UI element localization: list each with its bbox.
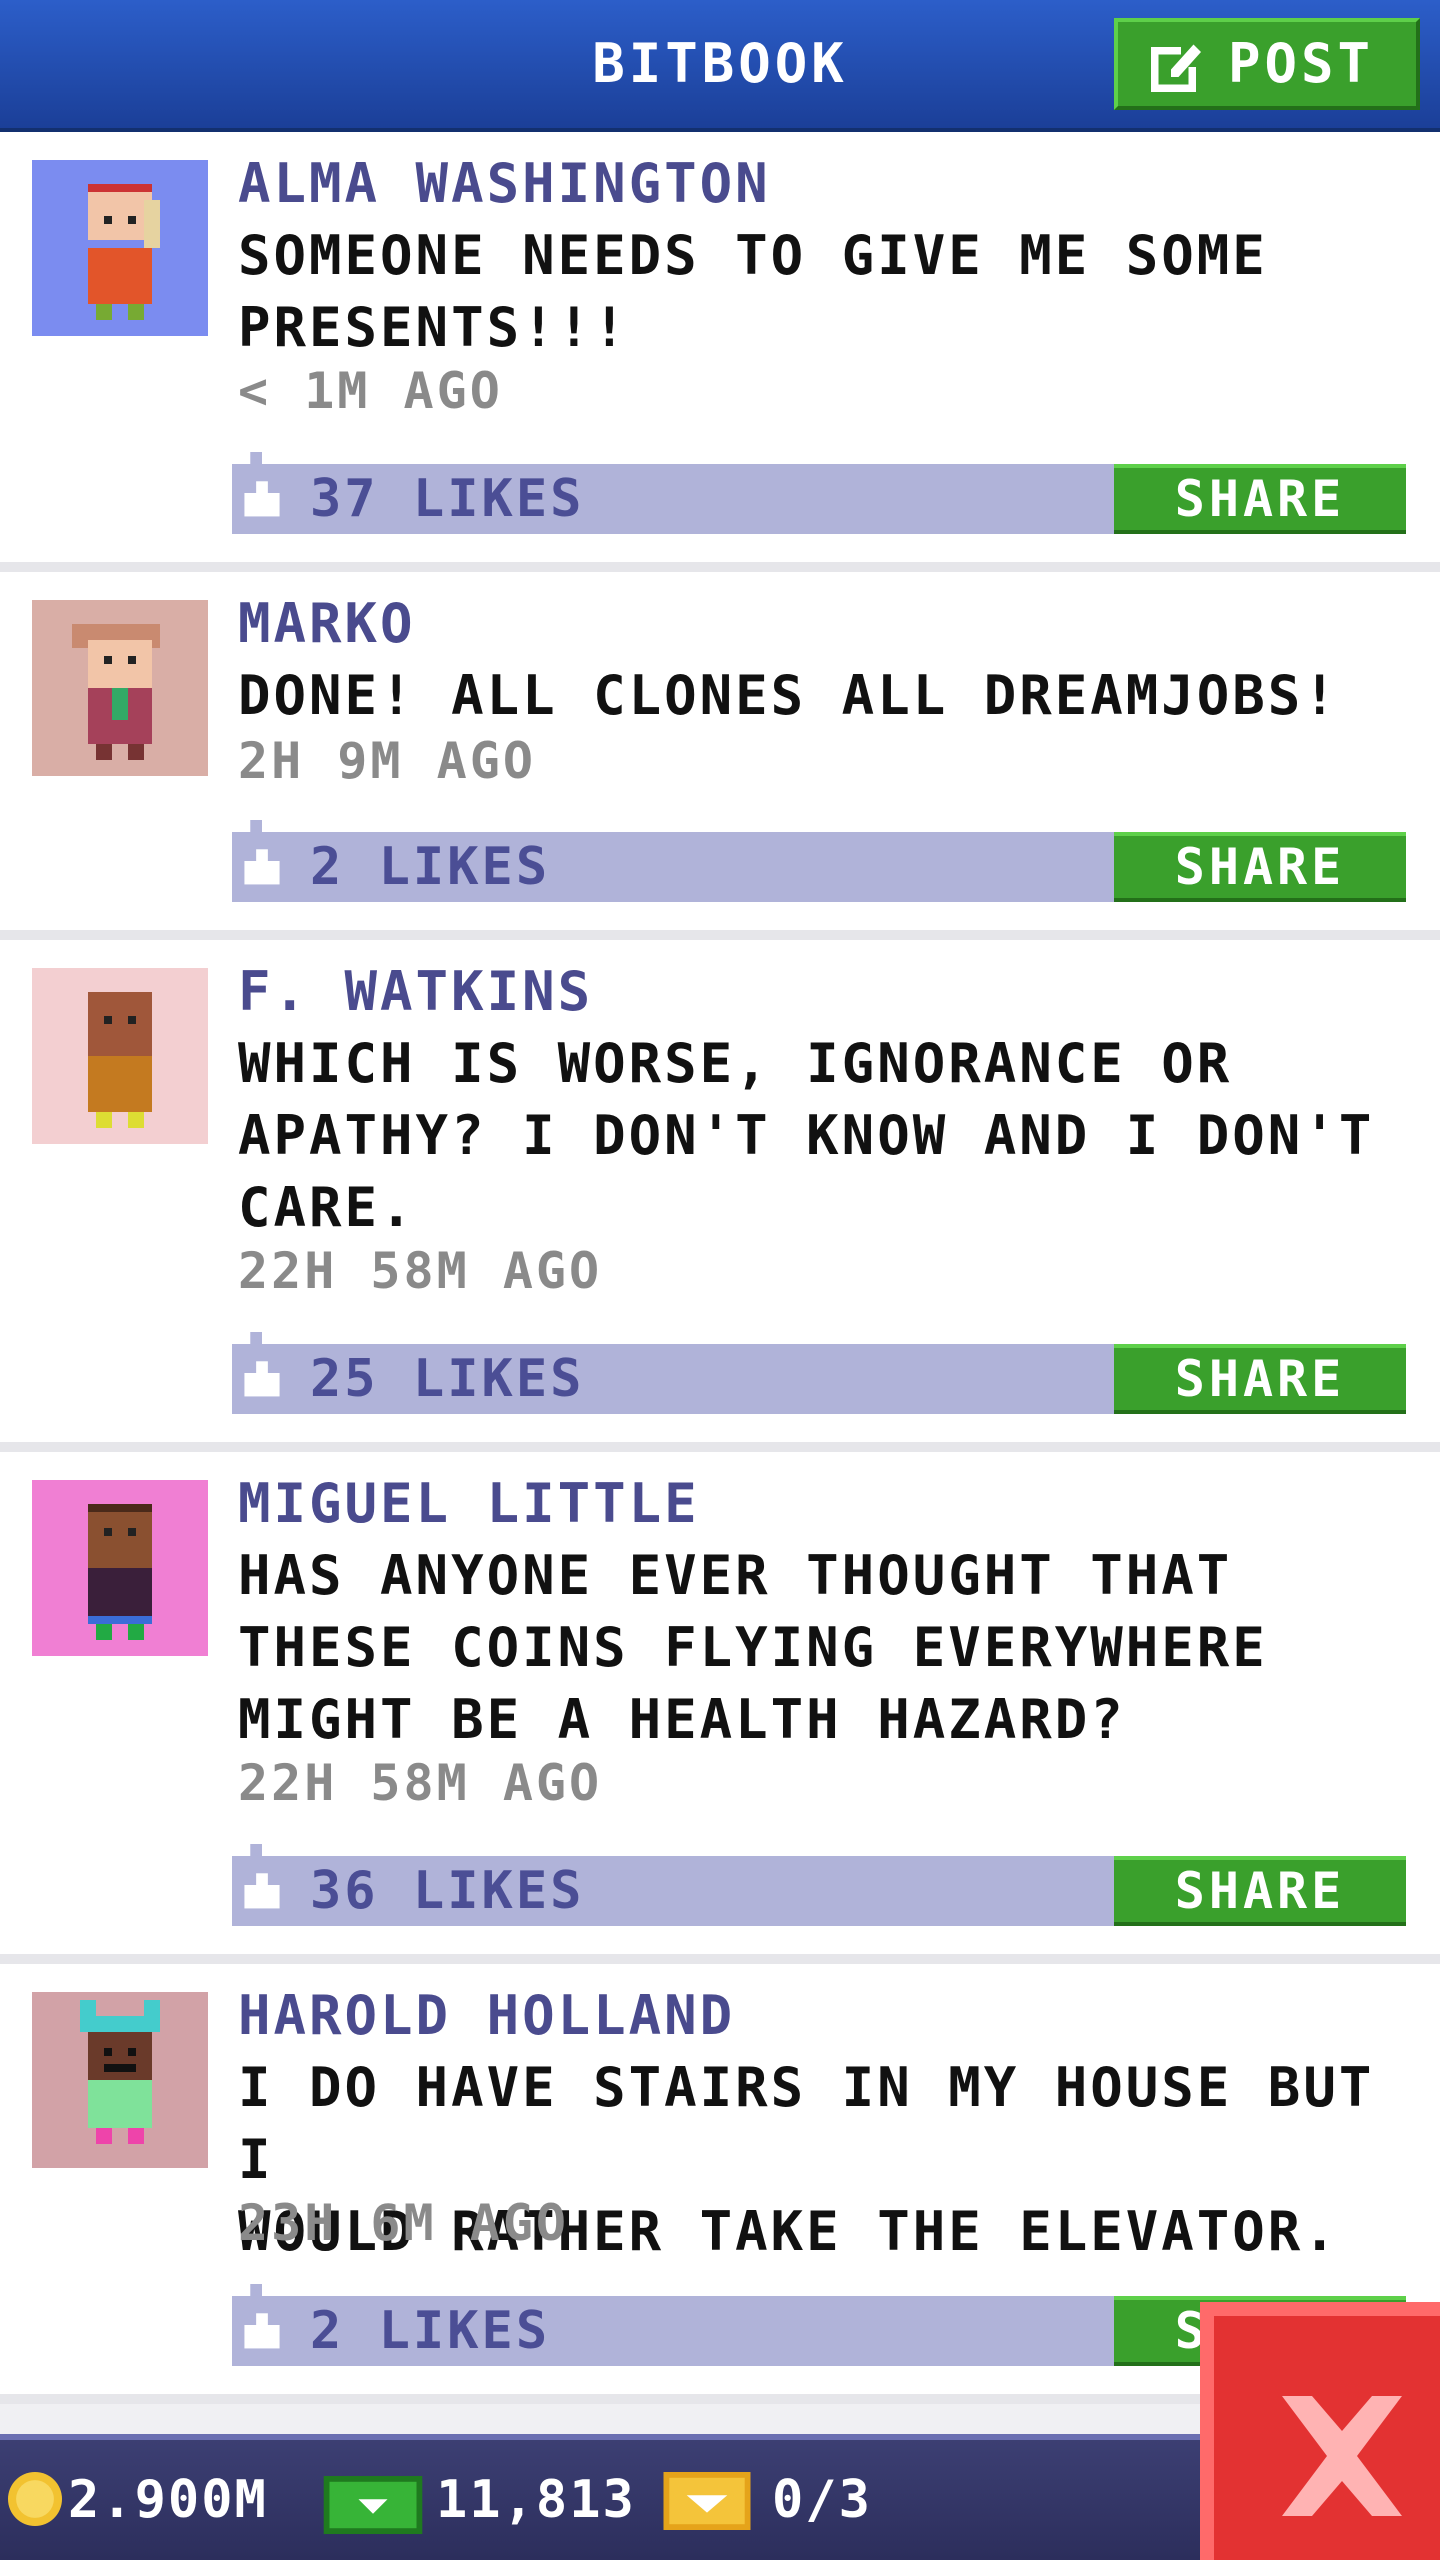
post-author[interactable]: MIGUEL LITTLE bbox=[238, 1472, 700, 1535]
feed-list[interactable]: ALMA WASHINGTON SOMEONE NEEDS TO GIVE ME… bbox=[0, 132, 1440, 2404]
post-time: 23H 6M AGO bbox=[238, 2194, 570, 2252]
post-text: SOMEONE NEEDS TO GIVE ME SOME PRESENTS!!… bbox=[238, 224, 1268, 359]
like-count[interactable]: 2 LIKES bbox=[310, 2296, 550, 2366]
feed-post: MIGUEL LITTLE HAS ANYONE EVER THOUGHT TH… bbox=[0, 1452, 1440, 1964]
avatar[interactable] bbox=[32, 1992, 208, 2168]
post-author[interactable]: MARKO bbox=[238, 592, 416, 655]
avatar[interactable] bbox=[32, 968, 208, 1144]
post-time: < 1M AGO bbox=[238, 362, 503, 420]
ticket-count: 0/3 bbox=[772, 2470, 872, 2530]
bux-icon bbox=[323, 2476, 423, 2534]
feed-post: ALMA WASHINGTON SOMEONE NEEDS TO GIVE ME… bbox=[0, 132, 1440, 572]
close-icon bbox=[1282, 2396, 1402, 2516]
thumbs-up-icon[interactable] bbox=[232, 820, 292, 902]
avatar[interactable] bbox=[32, 160, 208, 336]
bitbook-screen: BITBOOK POST ALMA WASHINGTON SOMEONE NEE… bbox=[0, 0, 1440, 2560]
pixel-character-avatar bbox=[88, 992, 152, 1128]
thumbs-up-icon[interactable] bbox=[232, 1844, 292, 1926]
post-author[interactable]: HAROLD HOLLAND bbox=[238, 1984, 735, 2047]
like-bar: 36 LIKES SHARE bbox=[232, 1844, 1406, 1926]
like-count[interactable]: 2 LIKES bbox=[310, 832, 550, 902]
like-count[interactable]: 25 LIKES bbox=[310, 1344, 584, 1414]
share-button[interactable]: SHARE bbox=[1114, 1344, 1406, 1414]
pixel-character-avatar bbox=[88, 184, 160, 320]
thumbs-up-icon[interactable] bbox=[232, 1332, 292, 1414]
like-count[interactable]: 37 LIKES bbox=[310, 464, 584, 534]
feed-post: MARKO DONE! ALL CLONES ALL DREAMJOBS! 2H… bbox=[0, 572, 1440, 940]
share-button[interactable]: SHARE bbox=[1114, 464, 1406, 534]
like-bar: 25 LIKES SHARE bbox=[232, 1332, 1406, 1414]
post-time: 2H 9M AGO bbox=[238, 732, 536, 790]
pixel-character-avatar bbox=[80, 2000, 160, 2144]
avatar[interactable] bbox=[32, 1480, 208, 1656]
thumbs-up-icon[interactable] bbox=[232, 452, 292, 534]
ticket-icon bbox=[663, 2472, 751, 2530]
post-author[interactable]: ALMA WASHINGTON bbox=[238, 152, 771, 215]
post-text: HAS ANYONE EVER THOUGHT THAT THESE COINS… bbox=[238, 1544, 1268, 1751]
avatar[interactable] bbox=[32, 600, 208, 776]
share-button[interactable]: SHARE bbox=[1114, 832, 1406, 902]
coin-count: 2.900M bbox=[68, 2470, 268, 2530]
share-button[interactable]: SHARE bbox=[1114, 1856, 1406, 1926]
like-count[interactable]: 36 LIKES bbox=[310, 1856, 584, 1926]
thumbs-up-icon[interactable] bbox=[232, 2284, 292, 2366]
like-bar: 37 LIKES SHARE bbox=[232, 452, 1406, 534]
post-text: DONE! ALL CLONES ALL DREAMJOBS! bbox=[238, 664, 1339, 727]
post-button-label: POST bbox=[1228, 32, 1375, 95]
bux-count: 11,813 bbox=[436, 2470, 636, 2530]
post-time: 22H 58M AGO bbox=[238, 1242, 603, 1300]
compose-icon bbox=[1151, 44, 1201, 93]
post-time: 22H 58M AGO bbox=[238, 1754, 603, 1812]
coin-icon bbox=[8, 2472, 62, 2526]
like-bar: 2 LIKES SHARE bbox=[232, 820, 1406, 902]
post-author[interactable]: F. WATKINS bbox=[238, 960, 593, 1023]
pixel-character-avatar bbox=[72, 624, 160, 760]
close-button[interactable] bbox=[1200, 2302, 1440, 2560]
post-text: WHICH IS WORSE, IGNORANCE OR APATHY? I D… bbox=[238, 1032, 1375, 1239]
feed-post: F. WATKINS WHICH IS WORSE, IGNORANCE OR … bbox=[0, 940, 1440, 1452]
pixel-character-avatar bbox=[88, 1504, 152, 1640]
post-button[interactable]: POST bbox=[1114, 18, 1420, 110]
header-bar: BITBOOK POST bbox=[0, 0, 1440, 132]
